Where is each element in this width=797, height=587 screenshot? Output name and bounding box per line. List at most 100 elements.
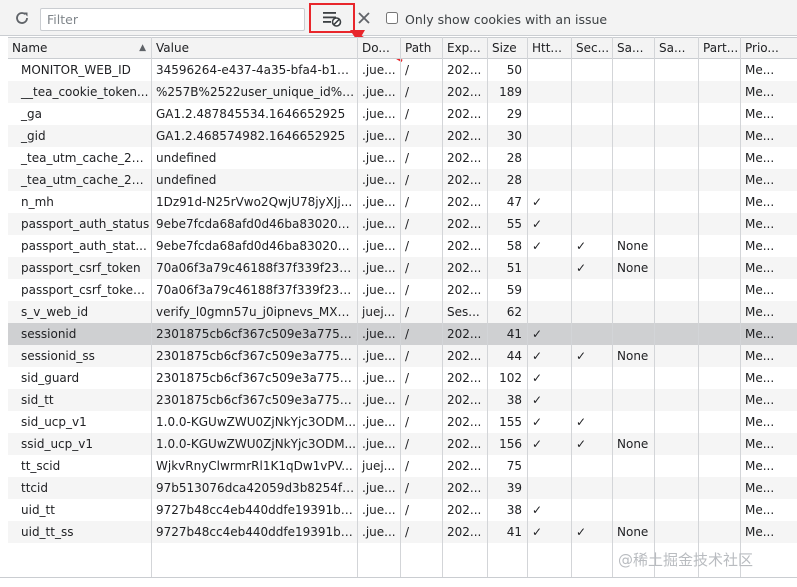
cell-priority: Me... (745, 305, 775, 319)
table-row[interactable]: ssid_ucp_v1 1.0.0-KGUwZWU0ZjNkYjc3ODM....… (8, 433, 797, 455)
cell-size: 156 (499, 437, 522, 451)
cell-path: / (405, 393, 410, 407)
cell-httponly (528, 279, 572, 301)
cell-name: passport_auth_status (21, 217, 150, 231)
cell-partition-key (699, 411, 741, 433)
table-row[interactable]: ttcid 97b513076dca42059d3b8254fd... .jue..… (8, 477, 797, 499)
cell-partition-key (699, 301, 741, 323)
cell-partition-key (699, 521, 741, 543)
table-row[interactable]: sessionid 2301875cb6cf367c509e3a77500....… (8, 323, 797, 345)
cell-size: 50 (506, 63, 522, 77)
column-header-expires[interactable]: Exp... (443, 38, 488, 59)
cell-partition-key (699, 499, 741, 521)
cell-expires: 202... (447, 327, 482, 341)
column-divider (654, 37, 655, 577)
cell-name: tt_scid (21, 459, 61, 473)
cell-priority: Me... (745, 129, 775, 143)
table-row[interactable]: passport_auth_status 9ebe7fcda68afd0d46ba… (8, 213, 797, 235)
cell-value: 34596264-e437-4a35-bfa4-b16... (156, 63, 357, 77)
cell-value: 1Dz91d-N25rVwo2QwjU78jyXJj... (156, 195, 353, 209)
cell-samesite: None (617, 261, 649, 275)
cell-value: 9ebe7fcda68afd0d46ba83020b... (156, 239, 357, 253)
column-header-secure[interactable]: Sec... (572, 38, 613, 59)
cell-sameparty (655, 345, 699, 367)
cell-domain: .jue... (362, 261, 396, 275)
cell-priority: Me... (745, 261, 775, 275)
cell-domain: .jue... (362, 437, 396, 451)
clear-filtered-cookies-button[interactable] (309, 3, 355, 33)
column-header-domain[interactable]: Do... (358, 38, 401, 59)
cell-path: / (405, 173, 410, 187)
table-row[interactable]: tt_scid WjkvRnyClwrmrRl1K1qDw1vPV... juej.… (8, 455, 797, 477)
column-header-size[interactable]: Size (488, 38, 528, 59)
table-row[interactable]: __tea_cookie_token... %257B%2522user_uniq… (8, 81, 797, 103)
table-row[interactable]: sid_guard 2301875cb6cf367c509e3a77500....… (8, 367, 797, 389)
cell-expires: Ses... (447, 305, 480, 319)
cell-sameparty (655, 499, 699, 521)
cell-secure (572, 103, 613, 125)
column-header-sameparty[interactable]: Sa... (655, 38, 699, 59)
cell-value: %257B%2522user_unique_id%2... (156, 85, 358, 99)
cell-httponly: ✓ (532, 349, 543, 363)
cell-size: 189 (499, 85, 522, 99)
cell-path: / (405, 85, 410, 99)
cell-priority: Me... (745, 415, 775, 429)
table-row[interactable]: n_mh 1Dz91d-N25rVwo2QwjU78jyXJj... .jue...… (8, 191, 797, 213)
cell-value: GA1.2.487845534.1646652925 (156, 107, 346, 121)
cell-httponly (528, 125, 572, 147)
table-row[interactable]: MONITOR_WEB_ID 34596264-e437-4a35-bfa4-b1… (8, 59, 797, 81)
column-header-samesite[interactable]: Sa... (613, 38, 655, 59)
column-header-name[interactable]: Name ▲ (8, 38, 152, 59)
table-row[interactable]: _tea_utm_cache_2608 undefined .jue... / 202.… (8, 169, 797, 191)
table-row[interactable]: passport_csrf_token 70a06f3a79c46188f37f3… (8, 257, 797, 279)
table-header: Name ▲ Value Do... Path Exp... Size Htt... Sec..… (8, 37, 797, 59)
cell-expires: 202... (447, 261, 482, 275)
cell-expires: 202... (447, 437, 482, 451)
table-row[interactable]: s_v_web_id verify_l0gmn57u_j0ipnevs_MXp..… (8, 301, 797, 323)
filter-input[interactable] (40, 8, 305, 31)
column-header-value[interactable]: Value (152, 38, 358, 59)
reload-button[interactable] (12, 8, 32, 28)
table-row[interactable]: passport_csrf_token... 70a06f3a79c46188f3… (8, 279, 797, 301)
only-issues-checkbox[interactable] (386, 12, 398, 24)
table-row[interactable]: uid_tt_ss 9727b48cc4eb440ddfe19391bc... .j… (8, 521, 797, 543)
cell-domain: .jue... (362, 195, 396, 209)
cell-partition-key (699, 433, 741, 455)
cell-secure: ✓ (576, 437, 587, 451)
column-header-label: Name (12, 41, 48, 55)
cell-samesite (613, 455, 655, 477)
table-row[interactable]: _gid GA1.2.468574982.1646652925 .jue... / 20… (8, 125, 797, 147)
table-row[interactable]: sid_ucp_v1 1.0.0-KGUwZWU0ZjNkYjc3ODM... .j… (8, 411, 797, 433)
column-header-partition-key[interactable]: Part... (699, 38, 741, 59)
cell-name: sid_guard (21, 371, 80, 385)
cell-expires: 202... (447, 107, 482, 121)
cell-domain: .jue... (362, 173, 396, 187)
cell-secure (572, 191, 613, 213)
column-header-path[interactable]: Path (401, 38, 443, 59)
table-row[interactable]: passport_auth_stat... 9ebe7fcda68afd0d46b… (8, 235, 797, 257)
cell-samesite: None (617, 349, 649, 363)
cell-domain: juej... (362, 459, 396, 473)
cell-samesite (613, 169, 655, 191)
table-row[interactable]: _ga GA1.2.487845534.1646652925 .jue... / 202… (8, 103, 797, 125)
cell-name: sessionid_ss (21, 349, 95, 363)
clear-selected-cookie-button[interactable] (355, 8, 373, 28)
cell-sameparty (655, 411, 699, 433)
cell-expires: 202... (447, 283, 482, 297)
cell-domain: .jue... (362, 107, 396, 121)
cell-httponly (528, 59, 572, 81)
cell-expires: 202... (447, 459, 482, 473)
table-row[interactable]: sid_tt 2301875cb6cf367c509e3a77500... .jue… (8, 389, 797, 411)
table-row[interactable]: sessionid_ss 2301875cb6cf367c509e3a77500.… (8, 345, 797, 367)
cell-domain: .jue... (362, 503, 396, 517)
cell-domain: .jue... (362, 481, 396, 495)
cell-secure (572, 279, 613, 301)
column-header-httponly[interactable]: Htt... (528, 38, 572, 59)
column-header-priority[interactable]: Prio... (741, 38, 797, 59)
cell-name: passport_auth_stat... (21, 239, 147, 253)
cell-size: 59 (506, 283, 522, 297)
cell-samesite (613, 367, 655, 389)
cell-name: uid_tt (21, 503, 55, 517)
table-row[interactable]: uid_tt 9727b48cc4eb440ddfe19391bc... .jue.… (8, 499, 797, 521)
table-row[interactable]: _tea_utm_cache_2018 undefined .jue... / 202.… (8, 147, 797, 169)
